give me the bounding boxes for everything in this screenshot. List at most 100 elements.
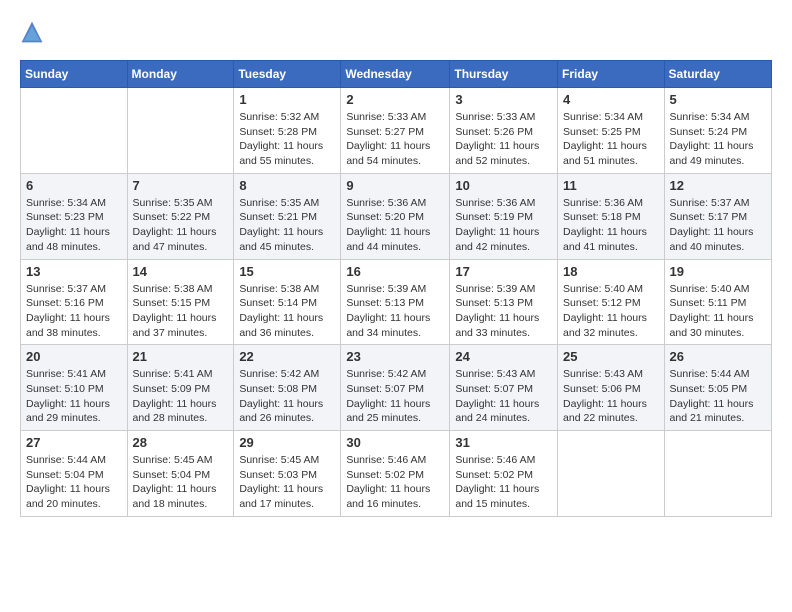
calendar-cell	[21, 88, 128, 174]
calendar-cell: 9 Sunrise: 5:36 AMSunset: 5:20 PMDaylight…	[341, 173, 450, 259]
calendar-cell: 16 Sunrise: 5:39 AMSunset: 5:13 PMDayligh…	[341, 259, 450, 345]
calendar-cell: 1 Sunrise: 5:32 AMSunset: 5:28 PMDaylight…	[234, 88, 341, 174]
calendar-cell: 29 Sunrise: 5:45 AMSunset: 5:03 PMDayligh…	[234, 431, 341, 517]
calendar-cell: 12 Sunrise: 5:37 AMSunset: 5:17 PMDayligh…	[664, 173, 771, 259]
calendar-cell: 31 Sunrise: 5:46 AMSunset: 5:02 PMDayligh…	[450, 431, 558, 517]
day-info: Sunrise: 5:34 AMSunset: 5:24 PMDaylight:…	[670, 110, 766, 169]
day-info: Sunrise: 5:36 AMSunset: 5:19 PMDaylight:…	[455, 196, 552, 255]
day-number: 24	[455, 349, 552, 364]
day-number: 17	[455, 264, 552, 279]
day-info: Sunrise: 5:46 AMSunset: 5:02 PMDaylight:…	[346, 453, 444, 512]
day-number: 19	[670, 264, 766, 279]
day-info: Sunrise: 5:34 AMSunset: 5:23 PMDaylight:…	[26, 196, 122, 255]
day-number: 11	[563, 178, 659, 193]
calendar-cell: 20 Sunrise: 5:41 AMSunset: 5:10 PMDayligh…	[21, 345, 128, 431]
calendar-cell: 7 Sunrise: 5:35 AMSunset: 5:22 PMDaylight…	[127, 173, 234, 259]
calendar-cell: 8 Sunrise: 5:35 AMSunset: 5:21 PMDaylight…	[234, 173, 341, 259]
calendar-cell: 14Sunrise: 5:38 AMSunset: 5:15 PMDayligh…	[127, 259, 234, 345]
calendar-cell: 2 Sunrise: 5:33 AMSunset: 5:27 PMDaylight…	[341, 88, 450, 174]
day-number: 8	[239, 178, 335, 193]
calendar-cell: 23 Sunrise: 5:42 AMSunset: 5:07 PMDayligh…	[341, 345, 450, 431]
day-info: Sunrise: 5:41 AMSunset: 5:09 PMDaylight:…	[133, 367, 229, 426]
calendar-cell: 28Sunrise: 5:45 AMSunset: 5:04 PMDayligh…	[127, 431, 234, 517]
calendar-cell: 4 Sunrise: 5:34 AMSunset: 5:25 PMDaylight…	[558, 88, 665, 174]
calendar-cell: 6 Sunrise: 5:34 AMSunset: 5:23 PMDaylight…	[21, 173, 128, 259]
day-info: Sunrise: 5:41 AMSunset: 5:10 PMDaylight:…	[26, 367, 122, 426]
calendar-cell: 17Sunrise: 5:39 AMSunset: 5:13 PMDayligh…	[450, 259, 558, 345]
day-number: 13	[26, 264, 122, 279]
weekday-header: Sunday	[21, 61, 128, 88]
day-number: 6	[26, 178, 122, 193]
day-number: 15	[239, 264, 335, 279]
day-number: 16	[346, 264, 444, 279]
day-number: 28	[133, 435, 229, 450]
day-info: Sunrise: 5:36 AMSunset: 5:20 PMDaylight:…	[346, 196, 444, 255]
day-number: 22	[239, 349, 335, 364]
day-info: Sunrise: 5:45 AMSunset: 5:03 PMDaylight:…	[239, 453, 335, 512]
day-info: Sunrise: 5:46 AMSunset: 5:02 PMDaylight:…	[455, 453, 552, 512]
day-number: 4	[563, 92, 659, 107]
generalblue-icon	[20, 20, 44, 44]
weekday-header: Monday	[127, 61, 234, 88]
weekday-header: Wednesday	[341, 61, 450, 88]
day-info: Sunrise: 5:34 AMSunset: 5:25 PMDaylight:…	[563, 110, 659, 169]
calendar-cell: 10 Sunrise: 5:36 AMSunset: 5:19 PMDayligh…	[450, 173, 558, 259]
calendar-cell: 5 Sunrise: 5:34 AMSunset: 5:24 PMDaylight…	[664, 88, 771, 174]
day-info: Sunrise: 5:35 AMSunset: 5:21 PMDaylight:…	[239, 196, 335, 255]
calendar-cell: 18 Sunrise: 5:40 AMSunset: 5:12 PMDayligh…	[558, 259, 665, 345]
day-info: Sunrise: 5:37 AMSunset: 5:16 PMDaylight:…	[26, 282, 122, 341]
day-info: Sunrise: 5:36 AMSunset: 5:18 PMDaylight:…	[563, 196, 659, 255]
day-info: Sunrise: 5:37 AMSunset: 5:17 PMDaylight:…	[670, 196, 766, 255]
calendar-cell: 19 Sunrise: 5:40 AMSunset: 5:11 PMDayligh…	[664, 259, 771, 345]
day-number: 31	[455, 435, 552, 450]
day-number: 18	[563, 264, 659, 279]
calendar-cell: 21 Sunrise: 5:41 AMSunset: 5:09 PMDayligh…	[127, 345, 234, 431]
day-info: Sunrise: 5:32 AMSunset: 5:28 PMDaylight:…	[239, 110, 335, 169]
day-info: Sunrise: 5:38 AMSunset: 5:15 PMDaylight:…	[133, 282, 229, 341]
day-info: Sunrise: 5:40 AMSunset: 5:11 PMDaylight:…	[670, 282, 766, 341]
day-number: 12	[670, 178, 766, 193]
day-info: Sunrise: 5:44 AMSunset: 5:04 PMDaylight:…	[26, 453, 122, 512]
calendar-cell: 24 Sunrise: 5:43 AMSunset: 5:07 PMDayligh…	[450, 345, 558, 431]
day-info: Sunrise: 5:39 AMSunset: 5:13 PMDaylight:…	[346, 282, 444, 341]
weekday-header: Thursday	[450, 61, 558, 88]
calendar-cell	[127, 88, 234, 174]
calendar-cell: 22 Sunrise: 5:42 AMSunset: 5:08 PMDayligh…	[234, 345, 341, 431]
weekday-header: Friday	[558, 61, 665, 88]
day-number: 2	[346, 92, 444, 107]
calendar-cell: 15Sunrise: 5:38 AMSunset: 5:14 PMDayligh…	[234, 259, 341, 345]
calendar-cell: 3 Sunrise: 5:33 AMSunset: 5:26 PMDaylight…	[450, 88, 558, 174]
day-number: 3	[455, 92, 552, 107]
day-info: Sunrise: 5:44 AMSunset: 5:05 PMDaylight:…	[670, 367, 766, 426]
logo	[20, 20, 48, 44]
day-info: Sunrise: 5:43 AMSunset: 5:06 PMDaylight:…	[563, 367, 659, 426]
day-number: 23	[346, 349, 444, 364]
day-number: 29	[239, 435, 335, 450]
day-number: 7	[133, 178, 229, 193]
day-number: 26	[670, 349, 766, 364]
day-number: 25	[563, 349, 659, 364]
calendar-cell	[558, 431, 665, 517]
day-number: 1	[239, 92, 335, 107]
day-number: 27	[26, 435, 122, 450]
calendar-table: SundayMondayTuesdayWednesdayThursdayFrid…	[20, 60, 772, 517]
day-number: 5	[670, 92, 766, 107]
calendar-cell: 30Sunrise: 5:46 AMSunset: 5:02 PMDayligh…	[341, 431, 450, 517]
calendar-cell	[664, 431, 771, 517]
day-number: 20	[26, 349, 122, 364]
day-number: 10	[455, 178, 552, 193]
day-info: Sunrise: 5:35 AMSunset: 5:22 PMDaylight:…	[133, 196, 229, 255]
day-info: Sunrise: 5:33 AMSunset: 5:26 PMDaylight:…	[455, 110, 552, 169]
calendar-cell: 26 Sunrise: 5:44 AMSunset: 5:05 PMDayligh…	[664, 345, 771, 431]
day-info: Sunrise: 5:33 AMSunset: 5:27 PMDaylight:…	[346, 110, 444, 169]
day-info: Sunrise: 5:40 AMSunset: 5:12 PMDaylight:…	[563, 282, 659, 341]
day-info: Sunrise: 5:43 AMSunset: 5:07 PMDaylight:…	[455, 367, 552, 426]
day-info: Sunrise: 5:42 AMSunset: 5:08 PMDaylight:…	[239, 367, 335, 426]
weekday-header: Saturday	[664, 61, 771, 88]
calendar-cell: 25 Sunrise: 5:43 AMSunset: 5:06 PMDayligh…	[558, 345, 665, 431]
calendar-cell: 11 Sunrise: 5:36 AMSunset: 5:18 PMDayligh…	[558, 173, 665, 259]
calendar-cell: 13 Sunrise: 5:37 AMSunset: 5:16 PMDayligh…	[21, 259, 128, 345]
day-number: 21	[133, 349, 229, 364]
day-number: 9	[346, 178, 444, 193]
day-info: Sunrise: 5:42 AMSunset: 5:07 PMDaylight:…	[346, 367, 444, 426]
